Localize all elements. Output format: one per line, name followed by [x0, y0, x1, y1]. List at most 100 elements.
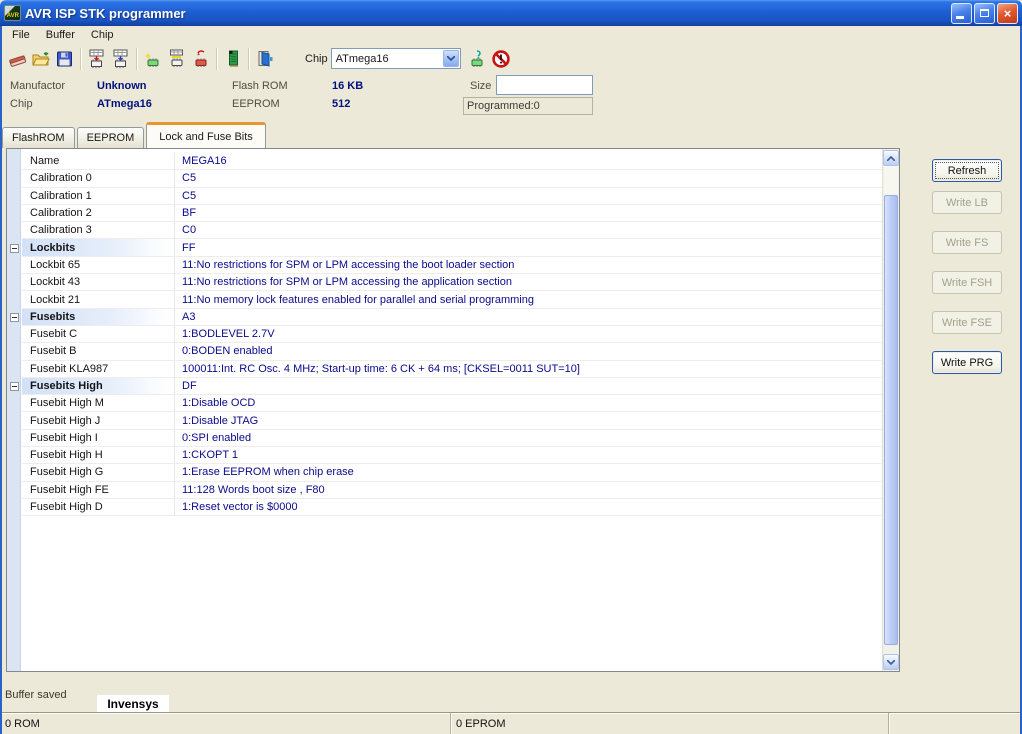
scrollbar-thumb[interactable] — [884, 195, 898, 645]
cancel-operation-button[interactable] — [489, 47, 513, 71]
action-button[interactable]: Write LB — [932, 191, 1002, 214]
table-row[interactable]: Calibration 3 C0 — [7, 222, 882, 240]
row-name: Fusebits — [22, 308, 175, 325]
row-name: Fusebits High — [22, 377, 175, 395]
eeprom-value: 512 — [332, 98, 351, 110]
chip-select[interactable]: ATmega16 — [330, 48, 461, 69]
row-name: Calibration 2 — [22, 204, 175, 222]
row-name: Fusebit High G — [22, 464, 175, 481]
scrollbar-track[interactable] — [884, 166, 898, 195]
row-value: 1:Disable JTAG — [182, 414, 259, 427]
size-input[interactable] — [496, 75, 593, 95]
row-name: Calibration 1 — [22, 187, 175, 204]
toolbar-separator — [248, 47, 250, 70]
row-value: 0:SPI enabled — [182, 431, 252, 444]
table-row[interactable]: Name MEGA16 — [7, 153, 882, 171]
row-name: Fusebit High H — [22, 447, 175, 464]
menu-item[interactable]: File — [4, 27, 38, 43]
erase-buffer-button[interactable] — [5, 47, 29, 71]
row-value: DF — [182, 380, 197, 392]
toolbar-separator — [80, 47, 82, 70]
table-row[interactable]: Fusebit High D 1:Reset vector is $0000 — [7, 498, 882, 517]
close-icon: × — [1003, 5, 1012, 21]
action-button-panel: Refresh Write LB Write FS Write FSH Writ… — [900, 148, 1020, 672]
open-file-button[interactable] — [29, 47, 53, 71]
table-row[interactable]: Fusebit High FE 11:128 Words boot size ,… — [7, 481, 882, 499]
action-button[interactable]: Refresh — [932, 159, 1002, 182]
buffer-status-text: Buffer saved — [5, 689, 67, 701]
tab[interactable]: EEPROM — [76, 127, 145, 148]
tab[interactable]: FlashROM — [2, 127, 75, 148]
row-value: MEGA16 — [182, 155, 227, 168]
table-row[interactable]: Fusebits High DF — [7, 377, 882, 396]
row-name: Fusebit C — [22, 325, 175, 343]
menu-item[interactable]: Chip — [83, 27, 122, 43]
action-button[interactable]: Write PRG — [932, 351, 1002, 374]
table-row[interactable]: Fusebit KLA987 100011:Int. RC Osc. 4 MHz… — [7, 360, 882, 378]
row-value: 1:Erase EEPROM when chip erase — [182, 466, 354, 479]
erase-chip-button[interactable] — [189, 47, 213, 71]
exit-button[interactable] — [253, 47, 277, 71]
table-row[interactable]: Fusebit High H 1:CKOPT 1 — [7, 447, 882, 465]
menu-item[interactable]: Buffer — [38, 27, 83, 43]
programmed-counter: Programmed:0 — [463, 97, 593, 115]
row-name: Fusebit High D — [22, 498, 175, 516]
verify-chip-button[interactable] — [141, 47, 165, 71]
read-flash-buffer-button[interactable] — [85, 47, 109, 71]
table-rows: Name MEGA16 Calibration 0 C5 Calibration… — [7, 153, 882, 517]
chevron-down-icon[interactable] — [442, 50, 459, 67]
row-value: C5 — [182, 172, 197, 185]
row-value: C5 — [182, 189, 197, 202]
action-button[interactable]: Write FSE — [932, 311, 1002, 334]
action-button[interactable]: Write FS — [932, 231, 1002, 254]
scroll-down-button[interactable] — [883, 654, 899, 670]
table-row[interactable]: Lockbits FF — [7, 239, 882, 257]
flash-rom-label: Flash ROM — [232, 80, 288, 92]
collapse-icon[interactable] — [10, 382, 19, 391]
minimize-button[interactable] — [951, 2, 972, 24]
program-buffer-chip-button[interactable] — [165, 47, 189, 71]
table-row[interactable]: Lockbit 65 11:No restrictions for SPM or… — [7, 256, 882, 275]
row-name: Name — [22, 153, 175, 170]
size-label: Size — [470, 80, 492, 92]
row-value: FF — [182, 241, 196, 254]
save-file-button[interactable] — [53, 47, 77, 71]
row-name: Lockbit 65 — [22, 256, 175, 274]
table-row[interactable]: Fusebit High G 1:Erase EEPROM when chip … — [7, 464, 882, 482]
table-row[interactable]: Calibration 1 C5 — [7, 187, 882, 205]
row-value: 11:No memory lock features enabled for p… — [182, 293, 534, 306]
detect-chip-button[interactable] — [465, 47, 489, 71]
action-button[interactable]: Write FSH — [932, 271, 1002, 294]
row-value: 11:No restrictions for SPM or LPM access… — [182, 258, 515, 271]
collapse-icon[interactable] — [10, 243, 19, 253]
lock-fuse-table: Name MEGA16 Calibration 0 C5 Calibration… — [6, 148, 900, 672]
table-row[interactable]: Calibration 2 BF — [7, 204, 882, 223]
watermark: Invensys — [97, 695, 169, 712]
table-row[interactable]: Fusebit High M 1:Disable OCD — [7, 395, 882, 413]
table-row[interactable]: Fusebits A3 — [7, 308, 882, 326]
row-value: 1:Disable OCD — [182, 397, 256, 410]
scroll-up-button[interactable] — [883, 150, 899, 166]
row-name: Lockbit 43 — [22, 274, 175, 291]
table-row[interactable]: Fusebit B 0:BODEN enabled — [7, 343, 882, 361]
collapse-icon[interactable] — [10, 312, 19, 322]
flash-rom-value: 16 KB — [332, 80, 364, 92]
table-row[interactable]: Calibration 0 C5 — [7, 170, 882, 188]
restore-button[interactable] — [974, 2, 995, 24]
row-value: C0 — [182, 224, 197, 237]
tab[interactable]: Lock and Fuse Bits — [146, 122, 266, 148]
table-row[interactable]: Fusebit High J 1:Disable JTAG — [7, 412, 882, 430]
row-name: Fusebit B — [22, 343, 175, 360]
table-row[interactable]: Lockbit 43 11:No restrictions for SPM or… — [7, 274, 882, 292]
minimize-icon — [955, 16, 964, 19]
vertical-scrollbar[interactable] — [882, 149, 899, 671]
close-button[interactable]: × — [997, 2, 1018, 24]
row-value: 100011:Int. RC Osc. 4 MHz; Start-up time… — [182, 362, 580, 375]
table-row[interactable]: Fusebit High I 0:SPI enabled — [7, 429, 882, 448]
write-flash-buffer-button[interactable] — [109, 47, 133, 71]
row-name: Lockbits — [22, 239, 175, 256]
table-row[interactable]: Lockbit 21 11:No memory lock features en… — [7, 291, 882, 309]
table-row[interactable]: Fusebit C 1:BODLEVEL 2.7V — [7, 325, 882, 344]
memory-module-button[interactable] — [221, 47, 245, 71]
row-name: Lockbit 21 — [22, 291, 175, 308]
